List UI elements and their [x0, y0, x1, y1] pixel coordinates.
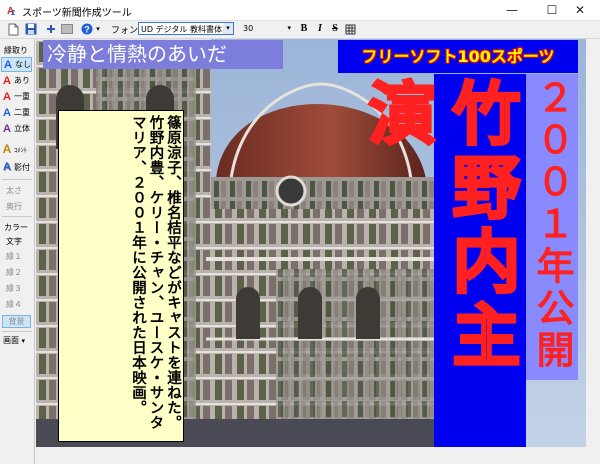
main-title-box[interactable]: 竹野内主演 [355, 74, 526, 447]
border-3d-label: 立体 [14, 124, 30, 133]
border-header: 縁取り [4, 46, 28, 55]
help-dropdown-arrow[interactable]: ▾ [94, 22, 102, 36]
color-border1-button[interactable]: 縁１ [6, 251, 22, 262]
image-icon [61, 24, 73, 34]
new-file-icon [8, 23, 18, 35]
screen-menu[interactable]: 画面 ▾ [3, 335, 25, 346]
caption-text: 篠原涼子、椎名桔平などがキャストを連ねた。竹野内豊、ケリー・チャン、ユースケ・サ… [130, 115, 181, 430]
color-header: カラー [4, 223, 28, 232]
chevron-down-icon: ▾ [21, 337, 26, 345]
svg-text:?: ? [84, 25, 90, 35]
sidebar: 縁取り A なし A あり A 一重 A 二重 A 立体 A ｺﾒﾝﾄ A 影付… [0, 39, 35, 464]
screen-label: 画面 [3, 336, 19, 345]
chevron-down-icon[interactable]: ▾ [223, 23, 233, 34]
shadow-option[interactable]: A 影付 [1, 158, 32, 176]
letter-a-icon: A [3, 106, 11, 119]
font-size-value: 30 [243, 24, 254, 33]
vertical-scrollbar[interactable] [586, 39, 600, 464]
minimize-button[interactable]: — [492, 0, 532, 20]
bold-button[interactable]: B [297, 22, 311, 36]
table-button[interactable] [343, 22, 357, 36]
letter-a-icon: A [4, 58, 12, 71]
border-3d-option[interactable]: A 立体 [1, 121, 32, 136]
font-select-value: UD デジタル 教科書体 NK [141, 25, 234, 34]
image-button[interactable] [60, 22, 74, 36]
pin-icon [47, 25, 55, 33]
save-icon [25, 23, 37, 35]
horizontal-scrollbar[interactable] [36, 447, 586, 464]
letter-a-icon: A [3, 74, 11, 87]
italic-button[interactable]: I [313, 22, 327, 36]
svg-text:Z: Z [11, 10, 16, 16]
border-double-option[interactable]: A 二重 [1, 105, 32, 120]
depth-button[interactable]: 奥行 [6, 201, 22, 212]
letter-a-icon: A [3, 161, 11, 173]
border-none-option[interactable]: A なし [1, 57, 32, 72]
help-icon: ? [81, 23, 93, 35]
main-title: 竹野内主演 [355, 77, 522, 376]
caption-box[interactable]: 篠原涼子、椎名桔平などがキャストを連ねた。竹野内豊、ケリー・チャン、ユースケ・サ… [58, 110, 184, 442]
border-single-option[interactable]: A 一重 [1, 89, 32, 104]
border-none-label: なし [15, 60, 31, 69]
comment-label: ｺﾒﾝﾄ [14, 146, 27, 154]
divider [2, 216, 32, 217]
border-on-label: あり [14, 76, 30, 85]
border-double-label: 二重 [14, 108, 30, 117]
app-icon: A Z [6, 4, 18, 16]
comment-option[interactable]: A ｺﾒﾝﾄ [1, 140, 32, 158]
shadow-label: 影付 [14, 162, 30, 172]
strike-button[interactable]: S [328, 22, 342, 36]
background-button[interactable]: 背景 [2, 315, 31, 328]
border-single-label: 一重 [14, 92, 30, 101]
new-file-button[interactable] [6, 22, 20, 36]
border-on-option[interactable]: A あり [1, 73, 32, 88]
headline-left[interactable]: 冷静と情熱のあいだ [43, 40, 283, 69]
sub-title: ２００１年公開 [530, 78, 574, 372]
thickness-button[interactable]: 太さ [6, 185, 22, 196]
color-border2-button[interactable]: 縁２ [6, 267, 22, 278]
letter-a-icon: A [3, 90, 11, 103]
letter-a-icon: A [2, 142, 12, 156]
toolbar: ? ▾ フォント UD デジタル 教科書体 NK ▾ 30 ▾ B I S [0, 21, 600, 39]
font-size-select[interactable]: 30 ▾ [243, 22, 291, 35]
divider [2, 179, 32, 180]
headline-right[interactable]: フリーソフト100スポーツ [338, 40, 578, 73]
divider [2, 331, 32, 332]
add-button[interactable] [44, 22, 58, 36]
color-text-button[interactable]: 文字 [6, 236, 22, 247]
chevron-down-icon[interactable]: ▾ [287, 22, 291, 35]
color-border4-button[interactable]: 縁４ [6, 299, 22, 310]
close-button[interactable]: ✕ [560, 0, 600, 20]
save-button[interactable] [24, 22, 38, 36]
letter-a-icon: A [3, 122, 11, 135]
color-border3-button[interactable]: 縁３ [6, 283, 22, 294]
sub-title-box[interactable]: ２００１年公開 [526, 74, 578, 380]
window-title: スポーツ新聞作成ツール [22, 8, 132, 19]
font-select[interactable]: UD デジタル 教科書体 NK ▾ [138, 22, 234, 35]
title-bar: A Z スポーツ新聞作成ツール — ☐ ✕ [0, 0, 600, 21]
grid-icon [345, 24, 355, 34]
help-button[interactable]: ? [80, 22, 94, 36]
